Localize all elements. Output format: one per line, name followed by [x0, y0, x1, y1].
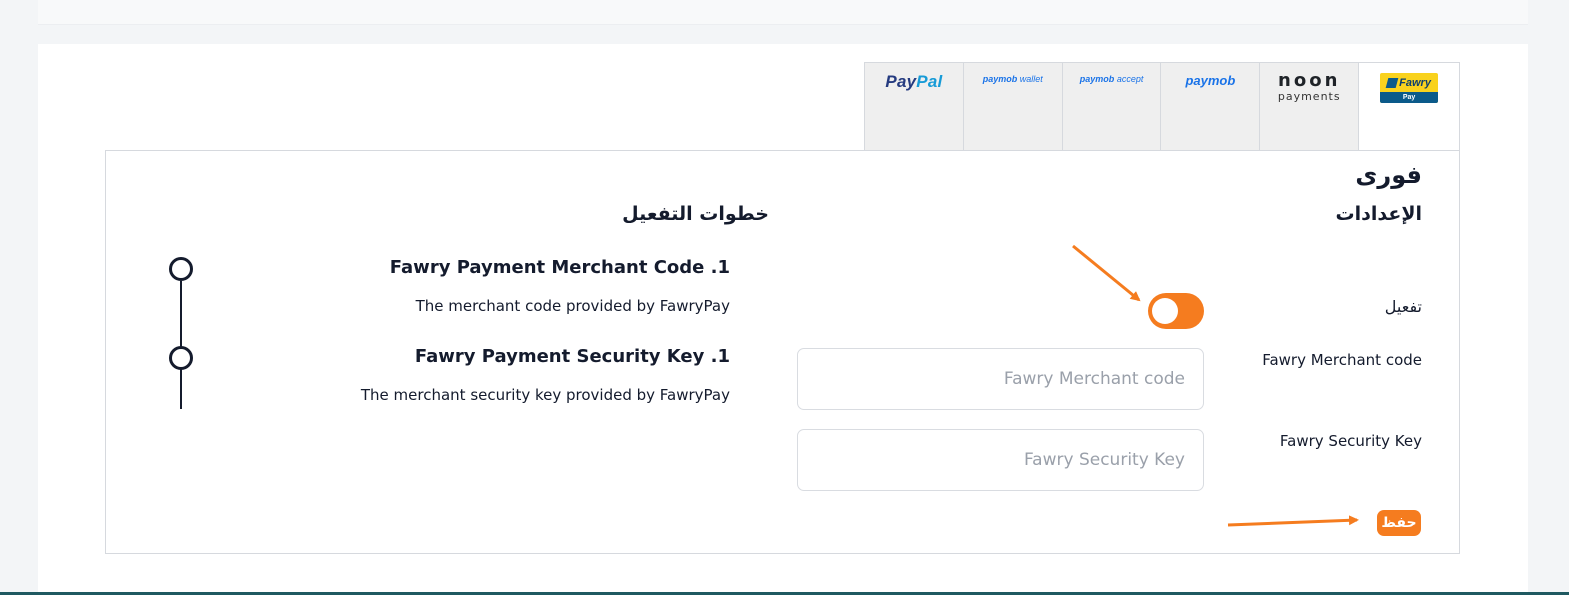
activation-steps-heading: خطوات التفعيل: [622, 203, 769, 225]
tab-paymob-wallet[interactable]: paymob wallet: [963, 63, 1063, 151]
payment-settings-card: PayPal paymob wallet paymob accept paymo…: [38, 44, 1528, 592]
fawry-mark-icon: [1385, 77, 1399, 88]
step-2-title: Fawry Payment Security Key .1: [414, 346, 730, 367]
payment-provider-tabs: PayPal paymob wallet paymob accept paymo…: [864, 62, 1460, 151]
security-key-label: Fawry Security Key: [1279, 432, 1422, 450]
paymob-accept-logo: paymob accept: [1079, 74, 1144, 84]
activate-toggle[interactable]: [1148, 293, 1204, 329]
tab-paymob[interactable]: paymob: [1161, 63, 1261, 151]
save-button[interactable]: حفظ: [1377, 510, 1421, 536]
step-1-description: The merchant code provided by FawryPay: [415, 297, 730, 315]
activate-label: تفعيل: [1384, 297, 1422, 316]
step-1-marker: [169, 257, 193, 281]
noon-payments-logo: noon payments: [1277, 70, 1341, 103]
settings-heading: الإعدادات: [1335, 203, 1422, 225]
paypal-logo: PayPal: [885, 72, 943, 91]
tab-noon-payments[interactable]: noon payments: [1260, 63, 1360, 151]
steps-timeline-line: [180, 281, 182, 409]
paymob-wallet-logo: paymob wallet: [982, 74, 1043, 84]
tab-paypal[interactable]: PayPal: [865, 63, 964, 151]
tab-fawry-pay[interactable]: Fawry Pay: [1359, 63, 1459, 151]
step-2-marker: [169, 346, 193, 370]
top-bar: [38, 0, 1528, 25]
security-key-input[interactable]: [797, 429, 1204, 491]
toggle-knob: [1152, 298, 1178, 324]
step-2-description: The merchant security key provided by Fa…: [360, 386, 730, 404]
merchant-code-label: Fawry Merchant code: [1262, 351, 1422, 369]
merchant-code-input[interactable]: [797, 348, 1204, 410]
fawry-pay-logo: Fawry Pay: [1380, 73, 1439, 103]
paymob-logo: paymob: [1185, 73, 1236, 88]
page-title: فورى: [1355, 161, 1422, 189]
step-1-title: Fawry Payment Merchant Code .1: [389, 257, 730, 278]
fawry-settings-panel: فورى الإعدادات خطوات التفعيل تفعيل Fawry…: [105, 150, 1460, 554]
tab-paymob-accept[interactable]: paymob accept: [1062, 63, 1162, 151]
